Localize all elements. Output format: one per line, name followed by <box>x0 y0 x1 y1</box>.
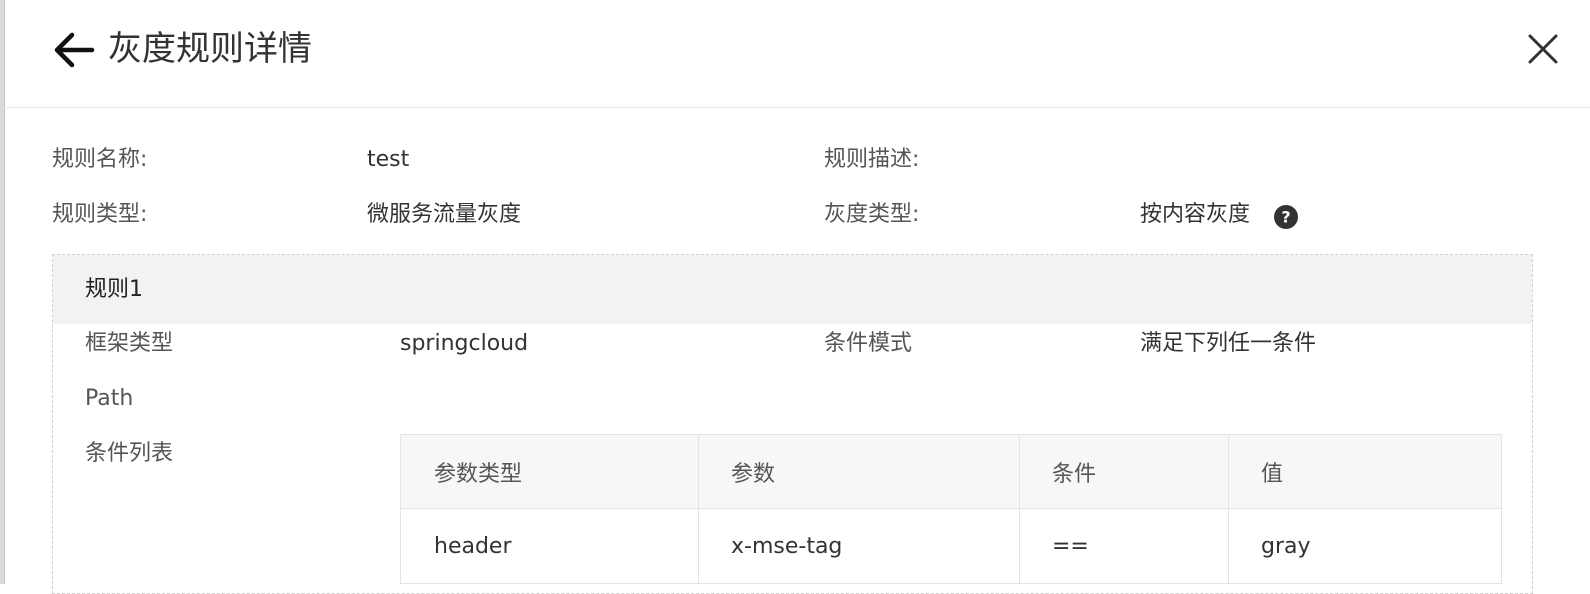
condition-list-label: 条件列表 <box>85 441 174 466</box>
framework-type-value: springcloud <box>400 331 529 356</box>
rule-type-label: 规则类型: <box>52 202 148 227</box>
help-button[interactable]: ? <box>1274 205 1298 229</box>
rule-type-value: 微服务流量灰度 <box>367 202 522 227</box>
table-header-row: 参数类型 参数 条件 值 <box>400 434 1502 509</box>
gray-type-value: 按内容灰度 <box>1140 202 1251 227</box>
rule-name-label: 规则名称: <box>52 147 148 172</box>
framework-type-label: 框架类型 <box>85 331 174 356</box>
panel-header: 灰度规则详情 <box>4 0 1590 108</box>
condition-mode-value: 满足下列任一条件 <box>1140 331 1317 356</box>
cell-condition: == <box>1019 508 1229 584</box>
close-icon <box>1528 34 1558 64</box>
table-row: header x-mse-tag == gray <box>400 508 1502 584</box>
column-header-param-type: 参数类型 <box>400 434 699 509</box>
column-header-condition: 条件 <box>1019 434 1229 509</box>
back-button[interactable] <box>52 30 96 70</box>
gray-type-label: 灰度类型: <box>824 202 920 227</box>
page-title: 灰度规则详情 <box>108 29 312 69</box>
question-circle-icon: ? <box>1274 205 1298 229</box>
rule-card-header: 规则1 <box>53 255 1532 324</box>
cell-param-type: header <box>400 508 699 584</box>
cell-param: x-mse-tag <box>698 508 1020 584</box>
rule-card-title: 规则1 <box>85 277 143 302</box>
column-header-value: 值 <box>1228 434 1502 509</box>
rule-name-value: test <box>367 147 410 172</box>
condition-table: 参数类型 参数 条件 值 header x-mse-tag == gray <box>400 434 1502 584</box>
svg-text:?: ? <box>1281 208 1290 227</box>
close-button[interactable] <box>1526 32 1560 66</box>
condition-mode-label: 条件模式 <box>824 331 913 356</box>
column-header-param: 参数 <box>698 434 1020 509</box>
path-label: Path <box>85 386 134 411</box>
cell-value: gray <box>1228 508 1502 584</box>
rule-desc-label: 规则描述: <box>824 147 920 172</box>
arrow-left-icon <box>54 32 95 68</box>
